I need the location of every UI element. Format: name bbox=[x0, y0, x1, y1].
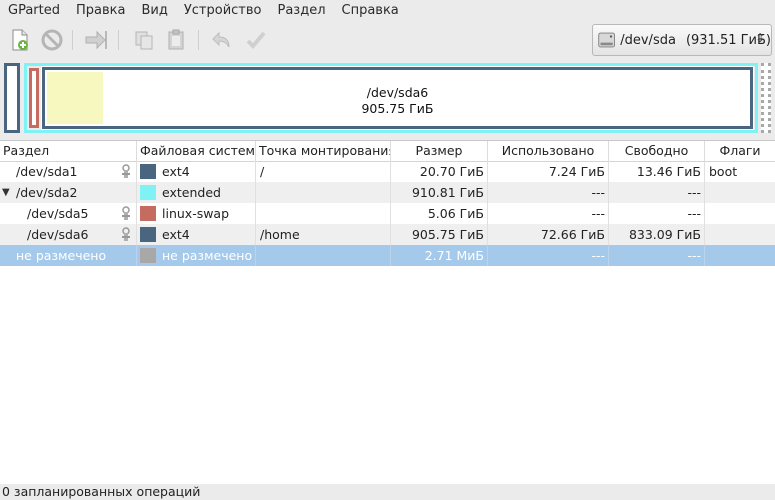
partition-name: не размечено bbox=[16, 248, 107, 263]
partition-block-unallocated[interactable] bbox=[761, 63, 771, 133]
fs-color-swatch bbox=[140, 227, 156, 242]
free: --- bbox=[609, 245, 705, 266]
filesystem: extended bbox=[162, 185, 221, 200]
expander-down-icon[interactable]: ▼ bbox=[2, 182, 10, 203]
paste-button[interactable] bbox=[162, 26, 190, 54]
mountpoint: /home bbox=[256, 224, 391, 245]
column-header-used[interactable]: Использовано bbox=[488, 141, 609, 161]
fs-color-swatch bbox=[140, 206, 156, 221]
column-header-partition[interactable]: Раздел bbox=[0, 141, 137, 161]
partition-name: /dev/sda5 bbox=[27, 206, 89, 221]
hard-disk-icon bbox=[598, 32, 615, 48]
filesystem: linux-swap bbox=[162, 206, 230, 221]
delete-icon bbox=[41, 29, 63, 51]
new-document-icon bbox=[12, 29, 28, 51]
free: --- bbox=[609, 203, 705, 224]
column-header-free[interactable]: Свободно bbox=[609, 141, 705, 161]
mountpoint bbox=[256, 203, 391, 224]
resize-move-button[interactable] bbox=[82, 26, 110, 54]
size: 910.81 ГиБ bbox=[391, 182, 488, 203]
menu-view[interactable]: Вид bbox=[133, 0, 175, 22]
table-row[interactable]: не размечено не размечено 2.71 МиБ --- -… bbox=[0, 245, 775, 266]
partition-block-sda6[interactable]: /dev/sda6 905.75 ГиБ bbox=[41, 66, 754, 130]
used: --- bbox=[488, 182, 609, 203]
table-row[interactable]: ▼ /dev/sda2 extended 910.81 ГиБ --- --- bbox=[0, 182, 775, 203]
menu-gparted[interactable]: GParted bbox=[0, 0, 68, 22]
free: 13.46 ГиБ bbox=[609, 161, 705, 182]
toolbar-separator bbox=[118, 30, 119, 50]
copy-button[interactable] bbox=[130, 26, 158, 54]
partition-name: /dev/sda2 bbox=[16, 185, 78, 200]
toolbar-separator bbox=[198, 30, 199, 50]
flags bbox=[705, 245, 775, 266]
lock-icon bbox=[122, 227, 130, 241]
used: --- bbox=[488, 203, 609, 224]
paste-icon bbox=[168, 29, 184, 50]
partition-size-label: 905.75 ГиБ bbox=[361, 101, 434, 116]
copy-icon bbox=[135, 31, 153, 50]
table-row[interactable]: /dev/sda5 linux-swap 5.06 ГиБ --- --- bbox=[0, 203, 775, 224]
flags bbox=[705, 203, 775, 224]
menu-help[interactable]: Справка bbox=[334, 0, 407, 22]
flags bbox=[705, 224, 775, 245]
free: --- bbox=[609, 182, 705, 203]
mountpoint: / bbox=[256, 161, 391, 182]
fs-color-swatch bbox=[140, 164, 156, 179]
checkmark-icon bbox=[246, 31, 266, 49]
partition-name-label: /dev/sda6 bbox=[366, 85, 429, 100]
status-bar: 0 запланированных операций bbox=[0, 484, 775, 500]
lock-icon bbox=[122, 164, 130, 178]
table-row[interactable]: /dev/sda1 ext4 / 20.70 ГиБ 7.24 ГиБ 13.4… bbox=[0, 161, 775, 182]
partition-name: /dev/sda1 bbox=[16, 164, 78, 179]
menubar: GParted Правка Вид Устройство Раздел Спр… bbox=[0, 0, 775, 22]
filesystem: ext4 bbox=[162, 164, 190, 179]
disk-map: /dev/sda6 905.75 ГиБ bbox=[4, 62, 772, 135]
partition-block-sda1[interactable] bbox=[4, 63, 20, 133]
undo-button[interactable] bbox=[208, 26, 236, 54]
size: 5.06 ГиБ bbox=[391, 203, 488, 224]
resize-move-icon bbox=[85, 30, 107, 50]
column-header-flags[interactable]: Флаги bbox=[705, 141, 775, 161]
used: 72.66 ГиБ bbox=[488, 224, 609, 245]
apply-button[interactable] bbox=[242, 26, 270, 54]
device-selector[interactable]: /dev/sda (931.51 ГиБ) ⇕ bbox=[592, 24, 772, 56]
column-header-filesystem[interactable]: Файловая система bbox=[137, 141, 256, 161]
chevron-updown-icon: ⇕ bbox=[754, 31, 765, 45]
partition-block-sda5[interactable] bbox=[29, 68, 39, 128]
table-row[interactable]: /dev/sda6 ext4 /home 905.75 ГиБ 72.66 Ги… bbox=[0, 224, 775, 245]
column-header-size[interactable]: Размер bbox=[391, 141, 488, 161]
menu-edit[interactable]: Правка bbox=[68, 0, 133, 22]
fs-color-swatch bbox=[140, 248, 156, 263]
menu-device[interactable]: Устройство bbox=[176, 0, 270, 22]
device-name: /dev/sda bbox=[620, 32, 676, 48]
fs-color-swatch bbox=[140, 185, 156, 200]
undo-icon bbox=[212, 31, 230, 48]
flags bbox=[705, 182, 775, 203]
used: 7.24 ГиБ bbox=[488, 161, 609, 182]
mountpoint bbox=[256, 182, 391, 203]
menu-partition[interactable]: Раздел bbox=[269, 0, 333, 22]
size: 2.71 МиБ bbox=[391, 245, 488, 266]
mountpoint bbox=[256, 245, 391, 266]
size: 20.70 ГиБ bbox=[391, 161, 488, 182]
filesystem: не размечено bbox=[162, 248, 253, 263]
size: 905.75 ГиБ bbox=[391, 224, 488, 245]
new-partition-button[interactable] bbox=[6, 26, 34, 54]
partition-table: Раздел Файловая система Точка монтирован… bbox=[0, 140, 775, 485]
table-header: Раздел Файловая система Точка монтирован… bbox=[0, 141, 775, 162]
flags: boot bbox=[709, 164, 738, 179]
delete-partition-button[interactable] bbox=[38, 26, 66, 54]
free: 833.09 ГиБ bbox=[609, 224, 705, 245]
column-header-mountpoint[interactable]: Точка монтирования bbox=[256, 141, 391, 161]
lock-icon bbox=[122, 206, 130, 220]
filesystem: ext4 bbox=[162, 227, 190, 242]
used: --- bbox=[488, 245, 609, 266]
toolbar-separator bbox=[72, 30, 73, 50]
partition-name: /dev/sda6 bbox=[27, 227, 89, 242]
